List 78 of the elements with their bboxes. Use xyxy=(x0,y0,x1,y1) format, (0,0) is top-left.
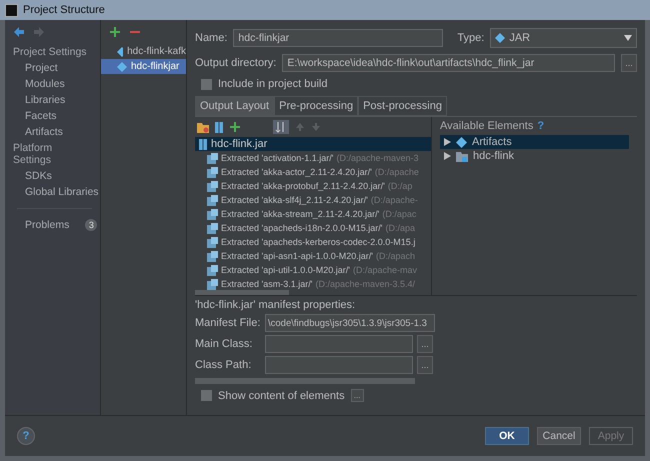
extracted-jar-icon xyxy=(207,166,218,178)
tree-item[interactable]: Extracted 'api-util-1.0.0-M20.jar/' (D:/apache-mav xyxy=(195,263,431,277)
field-label: Class Path: xyxy=(195,359,252,371)
tree-item[interactable]: hdc-flink.jar xyxy=(195,137,431,151)
section-header: Platform Settings xyxy=(12,141,54,168)
artifact-icon xyxy=(495,33,506,43)
input-field[interactable]: \code\findbugs\jsr305\1.3.9\jsr305-1.3 xyxy=(265,314,435,332)
output-directory-field[interactable]: E:\workspace\idea\hdc-flink\out\artifacts\hdc_flink_jar xyxy=(282,54,615,72)
sidebar-item[interactable]: Global Libraries xyxy=(5,184,100,200)
field-label: Main Class: xyxy=(195,338,254,350)
extracted-jar-icon xyxy=(207,278,218,290)
extracted-jar-icon xyxy=(207,236,218,248)
tree-item[interactable]: Extracted 'apacheds-i18n-2.0.0-M15.jar/' (D:/apa xyxy=(195,221,431,235)
sort-icon[interactable] xyxy=(273,120,289,134)
input-field[interactable] xyxy=(265,335,413,353)
browse-button[interactable]: ... xyxy=(417,356,433,374)
tree-item[interactable]: Artifacts xyxy=(440,135,629,149)
tree-item[interactable]: Extracted 'api-asn1-api-1.0.0-M20.jar/' (D:/apach xyxy=(195,249,431,263)
sidebar-item[interactable]: SDKs xyxy=(5,168,100,184)
extracted-jar-icon xyxy=(207,264,218,276)
type-dropdown[interactable]: JAR xyxy=(490,28,637,48)
tree-item[interactable]: hdc-flink xyxy=(440,149,629,163)
output-directory-label: Output directory: xyxy=(195,57,276,69)
input-field[interactable] xyxy=(265,356,413,374)
extracted-jar-icon xyxy=(207,180,218,192)
archive-icon xyxy=(199,138,207,150)
tree-item[interactable]: Extracted 'asm-3.1.jar/' (D:/apache-maven-3.5.4/ xyxy=(195,277,431,291)
sidebar-item[interactable]: Artifacts xyxy=(5,124,100,140)
extracted-jar-icon xyxy=(207,250,218,262)
sidebar-item[interactable]: Libraries xyxy=(5,92,100,108)
browse-button[interactable]: ... xyxy=(417,335,433,353)
dialog-button[interactable]: Cancel xyxy=(537,427,581,445)
tree-item[interactable]: Extracted 'apacheds-kerberos-codec-2.0.0-M15.j xyxy=(195,235,431,249)
field-label: Manifest File: xyxy=(195,317,261,329)
app-icon xyxy=(5,4,18,16)
checkbox[interactable] xyxy=(201,390,212,401)
checkbox-label: Include in project build xyxy=(218,78,328,90)
checkbox[interactable] xyxy=(201,78,212,90)
section-header: Project Settings xyxy=(12,45,88,60)
help-icon[interactable]: ? xyxy=(537,120,544,132)
available-elements-title: Available Elements xyxy=(440,120,534,132)
more-button[interactable]: ... xyxy=(350,389,364,402)
type-label: Type: xyxy=(457,32,484,44)
tree-item[interactable]: Extracted 'akka-slf4j_2.11-2.4.20.jar/' (D:/apache- xyxy=(195,193,431,207)
browse-button[interactable]: ... xyxy=(621,54,637,72)
tree-item[interactable]: Extracted 'activation-1.1.jar/' (D:/apache-maven-3 xyxy=(195,151,431,165)
dialog-button[interactable]: OK xyxy=(485,427,529,445)
tab[interactable]: Output Layout xyxy=(195,96,274,116)
tab[interactable]: Pre-processing xyxy=(274,96,358,116)
back-arrow-icon[interactable] xyxy=(13,26,25,38)
tree-item[interactable]: Extracted 'akka-protobuf_2.11-2.4.20.jar/' (D:/ap xyxy=(195,179,431,193)
sidebar-item[interactable]: Modules xyxy=(5,76,100,92)
caret-icon xyxy=(624,35,632,41)
extracted-jar-icon xyxy=(207,152,218,164)
artifact-item[interactable]: hdc-flink-kafk xyxy=(101,44,186,59)
manifest-title: 'hdc-flink.jar' manifest properties: xyxy=(195,299,356,311)
extracted-jar-icon xyxy=(207,208,218,220)
tab[interactable]: Post-processing xyxy=(358,96,447,116)
archive-icon[interactable] xyxy=(215,122,223,132)
artifact-item[interactable]: hdc-flinkjar xyxy=(101,59,186,74)
extracted-jar-icon xyxy=(207,194,218,206)
add-icon[interactable] xyxy=(229,121,241,133)
folder-icon[interactable] xyxy=(197,122,209,132)
artifact-icon xyxy=(456,136,467,148)
sidebar-item[interactable]: Project xyxy=(5,60,100,76)
tree-item[interactable]: Extracted 'akka-stream_2.11-2.4.20.jar/' (D:/apac xyxy=(195,207,431,221)
sidebar-item[interactable]: Facets xyxy=(5,108,100,124)
extracted-jar-icon xyxy=(207,222,218,234)
window-title: Project Structure xyxy=(23,4,105,16)
add-icon[interactable] xyxy=(109,26,121,38)
help-button[interactable]: ? xyxy=(17,427,35,445)
tree-item[interactable]: Extracted 'akka-actor_2.11-2.4.20.jar/' (D:/apache xyxy=(195,165,431,179)
checkbox-label: Show content of elements xyxy=(218,390,345,402)
problems-count-badge: 3 xyxy=(85,219,98,231)
module-folder-icon xyxy=(456,150,468,162)
name-field[interactable]: hdc-flinkjar xyxy=(233,29,444,47)
sidebar-item[interactable]: Problems xyxy=(5,217,70,233)
name-label: Name: xyxy=(195,32,228,44)
